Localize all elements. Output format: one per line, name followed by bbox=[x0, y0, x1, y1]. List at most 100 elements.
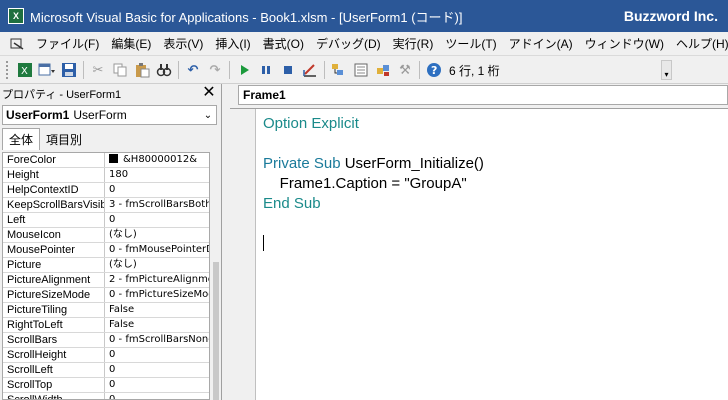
property-value[interactable]: 0 bbox=[105, 393, 209, 399]
property-row[interactable]: MousePointer0 - fmMousePointerDefault bbox=[3, 243, 209, 258]
menu-format[interactable]: 書式(O) bbox=[257, 34, 310, 54]
property-name: MousePointer bbox=[3, 243, 105, 257]
property-name: HelpContextID bbox=[3, 183, 105, 197]
property-row[interactable]: Left 0 bbox=[3, 213, 209, 228]
menu-window[interactable]: ウィンドウ(W) bbox=[579, 34, 670, 54]
properties-header: プロパティ - UserForm1 ✕ bbox=[0, 84, 221, 104]
menu-help[interactable]: ヘルプ(H) bbox=[670, 34, 728, 54]
color-swatch-icon bbox=[109, 154, 118, 163]
property-name: PictureTiling bbox=[3, 303, 105, 317]
property-value[interactable]: 2 - fmPictureAlignmentCenter bbox=[105, 273, 209, 287]
property-value[interactable]: 0 bbox=[105, 363, 209, 377]
design-mode-icon[interactable] bbox=[299, 59, 321, 81]
break-icon[interactable] bbox=[255, 59, 277, 81]
property-name: PictureAlignment bbox=[3, 273, 105, 287]
code-line-5[interactable]: End Sub bbox=[263, 195, 321, 212]
property-name: ScrollBars bbox=[3, 333, 105, 347]
menu-run[interactable]: 実行(R) bbox=[387, 34, 440, 54]
property-row[interactable]: ForeColor &H80000012& bbox=[3, 153, 209, 168]
object-selector[interactable]: UserForm1 UserForm ⌄ bbox=[2, 105, 217, 125]
menu-view[interactable]: 表示(V) bbox=[157, 34, 209, 54]
reset-icon[interactable] bbox=[277, 59, 299, 81]
tab-alphabetic[interactable]: 全体 bbox=[2, 128, 41, 150]
close-icon[interactable]: ✕ bbox=[201, 85, 217, 102]
toolbar-grip[interactable] bbox=[6, 61, 10, 79]
property-row[interactable]: ScrollTop 0 bbox=[3, 378, 209, 393]
property-value[interactable]: 180 bbox=[105, 168, 209, 182]
toolbar-separator bbox=[419, 61, 420, 79]
property-row[interactable]: HelpContextID 0 bbox=[3, 183, 209, 198]
property-value[interactable]: 0 - fmMousePointerDefault bbox=[105, 243, 209, 257]
property-value[interactable]: 0 bbox=[105, 348, 209, 362]
excel-view-icon[interactable] bbox=[10, 36, 26, 52]
run-icon[interactable] bbox=[233, 59, 255, 81]
properties-panel: プロパティ - UserForm1 ✕ UserForm1 UserForm ⌄… bbox=[0, 84, 222, 400]
property-value[interactable]: 0 - fmPictureSizeModeClip bbox=[105, 288, 209, 302]
property-value[interactable]: 3 - fmScrollBarsBoth bbox=[105, 198, 209, 212]
save-icon[interactable] bbox=[58, 59, 80, 81]
menu-tools[interactable]: ツール(T) bbox=[439, 34, 502, 54]
property-value[interactable]: False bbox=[105, 318, 209, 332]
property-row[interactable]: Height 180 bbox=[3, 168, 209, 183]
undo-icon[interactable]: ↶ bbox=[182, 59, 204, 81]
scrollbar-thumb[interactable] bbox=[213, 262, 219, 400]
property-value[interactable]: (なし) bbox=[105, 258, 209, 272]
property-row[interactable]: RightToLeft False bbox=[3, 318, 209, 333]
property-row[interactable]: ScrollWidth 0 bbox=[3, 393, 209, 399]
property-name: Height bbox=[3, 168, 105, 182]
property-name: ForeColor bbox=[3, 153, 105, 167]
toolbar-overflow-button[interactable]: ▾ bbox=[661, 60, 672, 80]
properties-window-icon[interactable] bbox=[350, 59, 372, 81]
property-value[interactable]: &H80000012& bbox=[105, 153, 209, 167]
property-name: ScrollWidth bbox=[3, 393, 105, 399]
property-value[interactable]: 0 - fmScrollBarsNone bbox=[105, 333, 209, 347]
cut-icon[interactable]: ✂ bbox=[87, 59, 109, 81]
property-row[interactable]: PictureAlignment2 - fmPictureAlignmentCe… bbox=[3, 273, 209, 288]
object-name: UserForm1 bbox=[6, 108, 70, 122]
excel-icon[interactable]: X bbox=[14, 59, 36, 81]
find-icon[interactable] bbox=[153, 59, 175, 81]
brand-label: Buzzword Inc. bbox=[623, 8, 718, 24]
menu-debug[interactable]: デバッグ(D) bbox=[310, 34, 387, 54]
paste-icon[interactable] bbox=[131, 59, 153, 81]
property-value[interactable]: (なし) bbox=[105, 228, 209, 242]
code-line-4[interactable]: Frame1.Caption = "GroupA" bbox=[263, 175, 467, 192]
properties-scrollbar[interactable] bbox=[211, 152, 221, 400]
code-line-3[interactable]: Private Sub UserForm_Initialize() bbox=[263, 155, 484, 172]
property-row[interactable]: KeepScrollBarsVisib 3 - fmScrollBarsBoth bbox=[3, 198, 209, 213]
standard-toolbar: X ✂ ↶ ↷ ⚒ ? 6 行, 1 桁 ▾ bbox=[0, 57, 728, 84]
vba-app-icon[interactable]: X bbox=[8, 8, 24, 24]
object-browser-icon[interactable] bbox=[372, 59, 394, 81]
insert-userform-icon[interactable] bbox=[36, 59, 58, 81]
menu-file[interactable]: ファイル(F) bbox=[30, 34, 105, 54]
redo-icon[interactable]: ↷ bbox=[204, 59, 226, 81]
help-icon[interactable]: ? bbox=[423, 59, 445, 81]
property-row[interactable]: ScrollHeight 0 bbox=[3, 348, 209, 363]
chevron-down-icon[interactable]: ⌄ bbox=[200, 110, 216, 121]
property-value[interactable]: 0 bbox=[105, 213, 209, 227]
code-editor[interactable]: Option Explicit Private Sub UserForm_Ini… bbox=[230, 108, 728, 400]
toolbox-icon[interactable]: ⚒ bbox=[394, 59, 416, 81]
properties-tabs: 全体 項目別 bbox=[0, 128, 221, 150]
property-row[interactable]: ScrollLeft 0 bbox=[3, 363, 209, 378]
menu-addins[interactable]: アドイン(A) bbox=[503, 34, 579, 54]
property-row[interactable]: MouseIcon (なし) bbox=[3, 228, 209, 243]
property-name: ScrollHeight bbox=[3, 348, 105, 362]
property-value[interactable]: 0 bbox=[105, 183, 209, 197]
object-combo[interactable]: Frame1 bbox=[238, 85, 728, 105]
menu-edit[interactable]: 編集(E) bbox=[105, 34, 157, 54]
code-margin[interactable] bbox=[230, 109, 256, 400]
tab-categorized[interactable]: 項目別 bbox=[40, 129, 89, 150]
property-row[interactable]: PictureSizeMode0 - fmPictureSizeModeClip bbox=[3, 288, 209, 303]
project-explorer-icon[interactable] bbox=[328, 59, 350, 81]
property-value[interactable]: False bbox=[105, 303, 209, 317]
svg-text:?: ? bbox=[431, 64, 437, 77]
toolbar-separator bbox=[324, 61, 325, 79]
menu-insert[interactable]: 挿入(I) bbox=[209, 34, 256, 54]
property-row[interactable]: PictureTiling False bbox=[3, 303, 209, 318]
property-row[interactable]: Picture (なし) bbox=[3, 258, 209, 273]
property-row[interactable]: ScrollBars 0 - fmScrollBarsNone bbox=[3, 333, 209, 348]
code-line-1[interactable]: Option Explicit bbox=[263, 115, 359, 132]
copy-icon[interactable] bbox=[109, 59, 131, 81]
property-value[interactable]: 0 bbox=[105, 378, 209, 392]
